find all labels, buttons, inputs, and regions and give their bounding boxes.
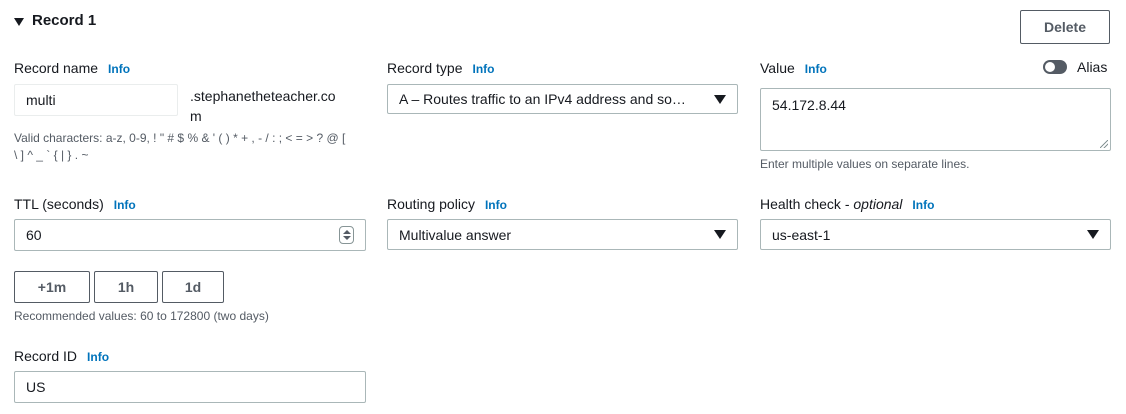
record-name-info-link[interactable]: Info xyxy=(108,62,130,76)
alias-toggle-group: Alias xyxy=(1043,59,1107,75)
value-label: Value Info xyxy=(760,60,827,76)
value-hint: Enter multiple values on separate lines. xyxy=(760,157,970,171)
record-id-input[interactable]: US xyxy=(14,371,366,403)
value-textarea[interactable]: 54.172.8.44 xyxy=(760,88,1111,151)
ttl-hint: Recommended values: 60 to 172800 (two da… xyxy=(14,309,269,323)
alias-label: Alias xyxy=(1077,59,1108,75)
record-id-label: Record ID Info xyxy=(14,348,110,364)
dropdown-arrow-icon xyxy=(714,94,726,104)
ttl-1d-button[interactable]: 1d xyxy=(162,271,224,303)
ttl-info-link[interactable]: Info xyxy=(114,198,136,212)
number-stepper-icon[interactable] xyxy=(339,226,354,244)
dropdown-arrow-icon xyxy=(1087,230,1099,239)
ttl-1h-button[interactable]: 1h xyxy=(94,271,158,303)
domain-suffix: .stephanetheteacher.co m xyxy=(190,88,336,124)
alias-toggle[interactable] xyxy=(1043,60,1067,74)
health-check-label: Health check - optional Info xyxy=(760,196,935,212)
value-info-link[interactable]: Info xyxy=(805,62,827,76)
ttl-label: TTL (seconds) Info xyxy=(14,196,136,212)
record-name-input[interactable]: multi xyxy=(14,84,178,116)
ttl-input[interactable]: 60 xyxy=(14,219,366,251)
health-check-select[interactable]: us-east-1 xyxy=(760,219,1111,250)
resize-handle-icon[interactable] xyxy=(1100,140,1108,148)
routing-policy-select[interactable]: Multivalue answer xyxy=(387,219,738,250)
record-header[interactable]: Record 1 xyxy=(14,12,96,29)
dropdown-arrow-icon xyxy=(714,230,726,239)
delete-button[interactable]: Delete xyxy=(1020,10,1110,44)
record-name-hint: Valid characters: a-z, 0-9, ! " # $ % & … xyxy=(14,131,346,162)
record-type-label: Record type Info xyxy=(387,60,495,76)
ttl-plus-1m-button[interactable]: +1m xyxy=(14,271,90,303)
record-type-select[interactable]: A – Routes traffic to an IPv4 address an… xyxy=(387,84,738,114)
routing-policy-label: Routing policy Info xyxy=(387,196,507,212)
record-id-info-link[interactable]: Info xyxy=(87,350,109,364)
health-check-info-link[interactable]: Info xyxy=(912,198,934,212)
caret-down-icon[interactable] xyxy=(14,17,24,26)
record-name-label: Record name Info xyxy=(14,60,131,76)
routing-policy-info-link[interactable]: Info xyxy=(485,198,507,212)
record-title: Record 1 xyxy=(32,12,97,29)
record-type-info-link[interactable]: Info xyxy=(472,62,494,76)
